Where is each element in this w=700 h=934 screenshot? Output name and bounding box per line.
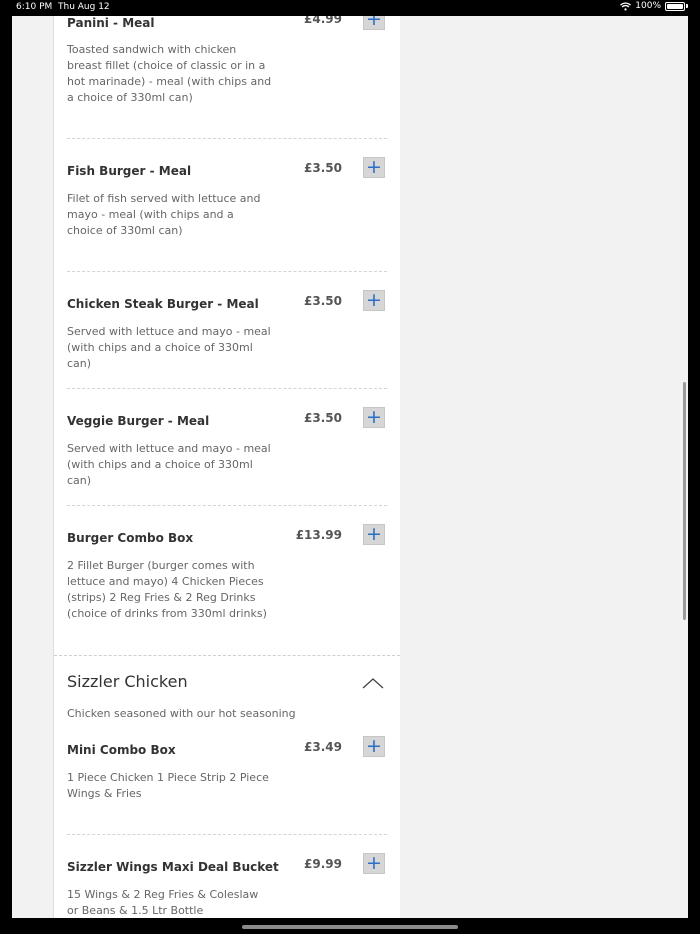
plus-icon: + bbox=[366, 289, 382, 311]
item-description: Served with lettuce and mayo - meal (wit… bbox=[67, 442, 271, 487]
item-description: Filet of fish served with lettuce and ma… bbox=[67, 192, 261, 237]
plus-icon: + bbox=[366, 16, 382, 30]
add-button[interactable]: + bbox=[363, 524, 385, 545]
item-divider bbox=[67, 138, 387, 139]
section-divider bbox=[54, 655, 400, 656]
status-time-text: 6:10 PM bbox=[16, 2, 53, 12]
section-subtitle: Chicken seasoned with our hot seasoning bbox=[67, 707, 296, 720]
add-button[interactable]: + bbox=[363, 290, 385, 311]
plus-icon: + bbox=[366, 406, 382, 428]
item-name: Mini Combo Box bbox=[67, 743, 176, 757]
app-window: Panini - Meal £4.99 + Toasted sandwich w… bbox=[12, 16, 688, 918]
item-price: £3.50 bbox=[304, 411, 342, 425]
plus-icon: + bbox=[366, 735, 382, 757]
item-description: 15 Wings & 2 Reg Fries & Coleslaw or Bea… bbox=[67, 888, 259, 917]
detail-pane bbox=[400, 16, 688, 918]
wifi-icon bbox=[620, 1, 632, 10]
battery-icon bbox=[665, 1, 685, 11]
item-name: Panini - Meal bbox=[67, 16, 155, 30]
item-description: Toasted sandwich with chicken breast fil… bbox=[67, 43, 272, 104]
add-button[interactable]: + bbox=[363, 157, 385, 178]
item-description: Served with lettuce and mayo - meal (wit… bbox=[67, 325, 271, 370]
item-description: 2 Fillet Burger (burger comes with lettu… bbox=[67, 559, 267, 620]
item-name: Sizzler Wings Maxi Deal Bucket bbox=[67, 860, 279, 874]
item-price: £3.49 bbox=[304, 740, 342, 754]
scrollbar[interactable] bbox=[683, 382, 686, 620]
item-description: 1 Piece Chicken 1 Piece Strip 2 Piece Wi… bbox=[67, 771, 269, 800]
plus-icon: + bbox=[366, 156, 382, 178]
status-bar: 6:10 PM Thu Aug 12 100% bbox=[0, 0, 700, 16]
item-name: Chicken Steak Burger - Meal bbox=[67, 297, 259, 311]
add-button[interactable]: + bbox=[363, 16, 385, 30]
item-divider bbox=[67, 505, 387, 506]
item-name: Veggie Burger - Meal bbox=[67, 414, 210, 428]
add-button[interactable]: + bbox=[363, 853, 385, 874]
add-button[interactable]: + bbox=[363, 736, 385, 757]
section-title: Sizzler Chicken bbox=[67, 672, 188, 691]
plus-icon: + bbox=[366, 523, 382, 545]
item-name: Fish Burger - Meal bbox=[67, 164, 192, 178]
plus-icon: + bbox=[366, 852, 382, 874]
add-button[interactable]: + bbox=[363, 407, 385, 428]
home-indicator[interactable] bbox=[242, 925, 458, 929]
menu-panel[interactable]: Panini - Meal £4.99 + Toasted sandwich w… bbox=[53, 16, 401, 918]
item-price: £9.99 bbox=[304, 857, 342, 871]
status-time: 6:10 PM Thu Aug 12 bbox=[16, 2, 110, 12]
chevron-up-icon[interactable] bbox=[362, 676, 384, 690]
item-price: £13.99 bbox=[295, 528, 342, 542]
item-divider bbox=[67, 388, 387, 389]
item-price: £3.50 bbox=[304, 294, 342, 308]
item-name: Burger Combo Box bbox=[67, 531, 194, 545]
battery-percent: 100% bbox=[635, 1, 661, 11]
item-divider bbox=[67, 271, 387, 272]
status-date-text: Thu Aug 12 bbox=[58, 2, 110, 12]
item-price: £4.99 bbox=[304, 16, 342, 26]
battery-tip bbox=[686, 4, 688, 8]
item-price: £3.50 bbox=[304, 161, 342, 175]
status-right: 100% bbox=[620, 1, 688, 11]
item-divider bbox=[67, 834, 387, 835]
